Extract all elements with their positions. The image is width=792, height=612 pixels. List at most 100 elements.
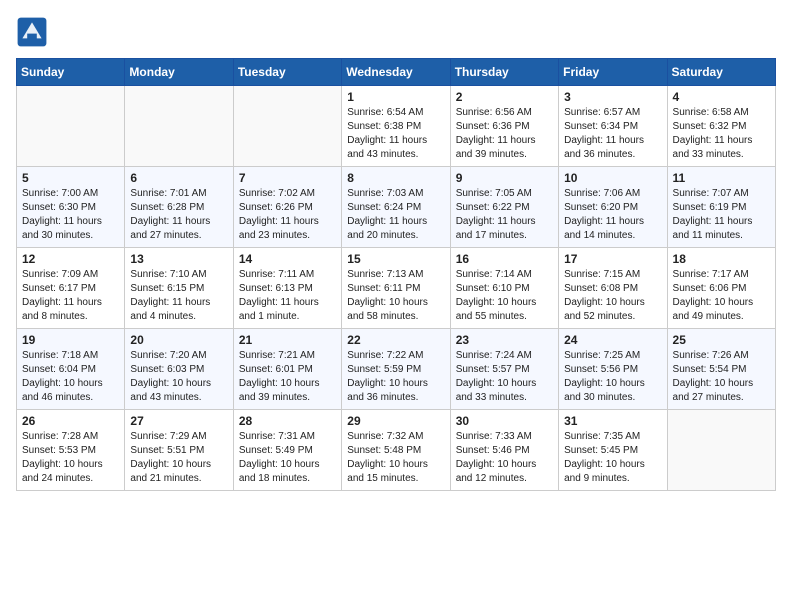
day-number: 9 — [456, 171, 553, 185]
calendar-cell — [17, 86, 125, 167]
calendar-week-row: 19 Sunrise: 7:18 AM Sunset: 6:04 PM Dayli… — [17, 329, 776, 410]
day-number: 5 — [22, 171, 119, 185]
day-number: 3 — [564, 90, 661, 104]
calendar-cell: 8 Sunrise: 7:03 AM Sunset: 6:24 PM Daylig… — [342, 167, 450, 248]
day-info: Sunrise: 7:02 AM Sunset: 6:26 PM Dayligh… — [239, 187, 336, 243]
calendar-cell: 6 Sunrise: 7:01 AM Sunset: 6:28 PM Daylig… — [125, 167, 233, 248]
day-number: 21 — [239, 333, 336, 347]
weekday-header-sunday: Sunday — [17, 59, 125, 86]
calendar-cell: 15 Sunrise: 7:13 AM Sunset: 6:11 PM Dayli… — [342, 248, 450, 329]
day-info: Sunrise: 7:13 AM Sunset: 6:11 PM Dayligh… — [347, 268, 444, 324]
weekday-header-row: SundayMondayTuesdayWednesdayThursdayFrid… — [17, 59, 776, 86]
calendar-cell: 2 Sunrise: 6:56 AM Sunset: 6:36 PM Daylig… — [450, 86, 558, 167]
day-info: Sunrise: 7:03 AM Sunset: 6:24 PM Dayligh… — [347, 187, 444, 243]
weekday-header-monday: Monday — [125, 59, 233, 86]
day-info: Sunrise: 7:33 AM Sunset: 5:46 PM Dayligh… — [456, 430, 553, 486]
calendar-cell: 25Sunrise: 7:26 AM Sunset: 5:54 PM Dayli… — [667, 329, 775, 410]
day-number: 17 — [564, 252, 661, 266]
calendar-cell: 4 Sunrise: 6:58 AM Sunset: 6:32 PM Daylig… — [667, 86, 775, 167]
day-number: 22 — [347, 333, 444, 347]
day-number: 1 — [347, 90, 444, 104]
calendar-cell: 27Sunrise: 7:29 AM Sunset: 5:51 PM Dayli… — [125, 410, 233, 491]
day-info: Sunrise: 7:31 AM Sunset: 5:49 PM Dayligh… — [239, 430, 336, 486]
calendar-cell: 18 Sunrise: 7:17 AM Sunset: 6:06 PM Dayli… — [667, 248, 775, 329]
calendar-cell: 19 Sunrise: 7:18 AM Sunset: 6:04 PM Dayli… — [17, 329, 125, 410]
day-info: Sunrise: 7:07 AM Sunset: 6:19 PM Dayligh… — [673, 187, 770, 243]
weekday-header-saturday: Saturday — [667, 59, 775, 86]
calendar-cell: 23 Sunrise: 7:24 AM Sunset: 5:57 PM Dayli… — [450, 329, 558, 410]
day-number: 11 — [673, 171, 770, 185]
day-number: 13 — [130, 252, 227, 266]
day-info: Sunrise: 7:32 AM Sunset: 5:48 PM Dayligh… — [347, 430, 444, 486]
day-number: 23 — [456, 333, 553, 347]
day-info: Sunrise: 6:54 AM Sunset: 6:38 PM Dayligh… — [347, 106, 444, 162]
day-number: 29 — [347, 414, 444, 428]
calendar-cell — [667, 410, 775, 491]
calendar-table: SundayMondayTuesdayWednesdayThursdayFrid… — [16, 58, 776, 491]
day-number: 30 — [456, 414, 553, 428]
calendar-cell: 20Sunrise: 7:20 AM Sunset: 6:03 PM Dayli… — [125, 329, 233, 410]
calendar-cell: 1 Sunrise: 6:54 AM Sunset: 6:38 PM Daylig… — [342, 86, 450, 167]
logo-icon — [16, 16, 48, 48]
calendar-cell: 24 Sunrise: 7:25 AM Sunset: 5:56 PM Dayli… — [559, 329, 667, 410]
calendar-cell: 7 Sunrise: 7:02 AM Sunset: 6:26 PM Daylig… — [233, 167, 341, 248]
calendar-cell: 13Sunrise: 7:10 AM Sunset: 6:15 PM Dayli… — [125, 248, 233, 329]
day-info: Sunrise: 7:06 AM Sunset: 6:20 PM Dayligh… — [564, 187, 661, 243]
day-number: 19 — [22, 333, 119, 347]
day-info: Sunrise: 7:25 AM Sunset: 5:56 PM Dayligh… — [564, 349, 661, 405]
day-number: 4 — [673, 90, 770, 104]
day-info: Sunrise: 7:15 AM Sunset: 6:08 PM Dayligh… — [564, 268, 661, 324]
calendar-cell: 12Sunrise: 7:09 AM Sunset: 6:17 PM Dayli… — [17, 248, 125, 329]
day-info: Sunrise: 7:01 AM Sunset: 6:28 PM Dayligh… — [130, 187, 227, 243]
calendar-cell: 16 Sunrise: 7:14 AM Sunset: 6:10 PM Dayli… — [450, 248, 558, 329]
day-number: 8 — [347, 171, 444, 185]
day-number: 15 — [347, 252, 444, 266]
calendar-cell: 29 Sunrise: 7:32 AM Sunset: 5:48 PM Dayli… — [342, 410, 450, 491]
calendar-cell: 22 Sunrise: 7:22 AM Sunset: 5:59 PM Dayli… — [342, 329, 450, 410]
weekday-header-wednesday: Wednesday — [342, 59, 450, 86]
calendar-cell: 14Sunrise: 7:11 AM Sunset: 6:13 PM Dayli… — [233, 248, 341, 329]
calendar-cell: 28 Sunrise: 7:31 AM Sunset: 5:49 PM Dayli… — [233, 410, 341, 491]
day-info: Sunrise: 7:14 AM Sunset: 6:10 PM Dayligh… — [456, 268, 553, 324]
day-info: Sunrise: 7:11 AM Sunset: 6:13 PM Dayligh… — [239, 268, 336, 324]
calendar-cell — [125, 86, 233, 167]
day-number: 7 — [239, 171, 336, 185]
day-info: Sunrise: 7:22 AM Sunset: 5:59 PM Dayligh… — [347, 349, 444, 405]
day-info: Sunrise: 7:18 AM Sunset: 6:04 PM Dayligh… — [22, 349, 119, 405]
weekday-header-tuesday: Tuesday — [233, 59, 341, 86]
calendar-cell: 11 Sunrise: 7:07 AM Sunset: 6:19 PM Dayli… — [667, 167, 775, 248]
calendar-cell — [233, 86, 341, 167]
day-info: Sunrise: 6:57 AM Sunset: 6:34 PM Dayligh… — [564, 106, 661, 162]
day-info: Sunrise: 7:21 AM Sunset: 6:01 PM Dayligh… — [239, 349, 336, 405]
day-info: Sunrise: 7:35 AM Sunset: 5:45 PM Dayligh… — [564, 430, 661, 486]
day-info: Sunrise: 7:20 AM Sunset: 6:03 PM Dayligh… — [130, 349, 227, 405]
day-info: Sunrise: 7:00 AM Sunset: 6:30 PM Dayligh… — [22, 187, 119, 243]
day-number: 10 — [564, 171, 661, 185]
day-number: 18 — [673, 252, 770, 266]
day-info: Sunrise: 7:28 AM Sunset: 5:53 PM Dayligh… — [22, 430, 119, 486]
day-number: 2 — [456, 90, 553, 104]
weekday-header-friday: Friday — [559, 59, 667, 86]
day-number: 24 — [564, 333, 661, 347]
day-info: Sunrise: 6:56 AM Sunset: 6:36 PM Dayligh… — [456, 106, 553, 162]
day-info: Sunrise: 7:09 AM Sunset: 6:17 PM Dayligh… — [22, 268, 119, 324]
calendar-cell: 31Sunrise: 7:35 AM Sunset: 5:45 PM Dayli… — [559, 410, 667, 491]
day-info: Sunrise: 7:05 AM Sunset: 6:22 PM Dayligh… — [456, 187, 553, 243]
day-number: 28 — [239, 414, 336, 428]
logo — [16, 16, 52, 48]
calendar-week-row: 5 Sunrise: 7:00 AM Sunset: 6:30 PM Daylig… — [17, 167, 776, 248]
calendar-cell: 3 Sunrise: 6:57 AM Sunset: 6:34 PM Daylig… — [559, 86, 667, 167]
calendar-week-row: 26Sunrise: 7:28 AM Sunset: 5:53 PM Dayli… — [17, 410, 776, 491]
day-number: 6 — [130, 171, 227, 185]
day-info: Sunrise: 6:58 AM Sunset: 6:32 PM Dayligh… — [673, 106, 770, 162]
calendar-cell: 9 Sunrise: 7:05 AM Sunset: 6:22 PM Daylig… — [450, 167, 558, 248]
day-number: 16 — [456, 252, 553, 266]
day-info: Sunrise: 7:26 AM Sunset: 5:54 PM Dayligh… — [673, 349, 770, 405]
weekday-header-thursday: Thursday — [450, 59, 558, 86]
calendar-week-row: 1 Sunrise: 6:54 AM Sunset: 6:38 PM Daylig… — [17, 86, 776, 167]
calendar-cell: 10 Sunrise: 7:06 AM Sunset: 6:20 PM Dayli… — [559, 167, 667, 248]
day-info: Sunrise: 7:24 AM Sunset: 5:57 PM Dayligh… — [456, 349, 553, 405]
calendar-cell: 26Sunrise: 7:28 AM Sunset: 5:53 PM Dayli… — [17, 410, 125, 491]
calendar-cell: 5 Sunrise: 7:00 AM Sunset: 6:30 PM Daylig… — [17, 167, 125, 248]
day-info: Sunrise: 7:17 AM Sunset: 6:06 PM Dayligh… — [673, 268, 770, 324]
